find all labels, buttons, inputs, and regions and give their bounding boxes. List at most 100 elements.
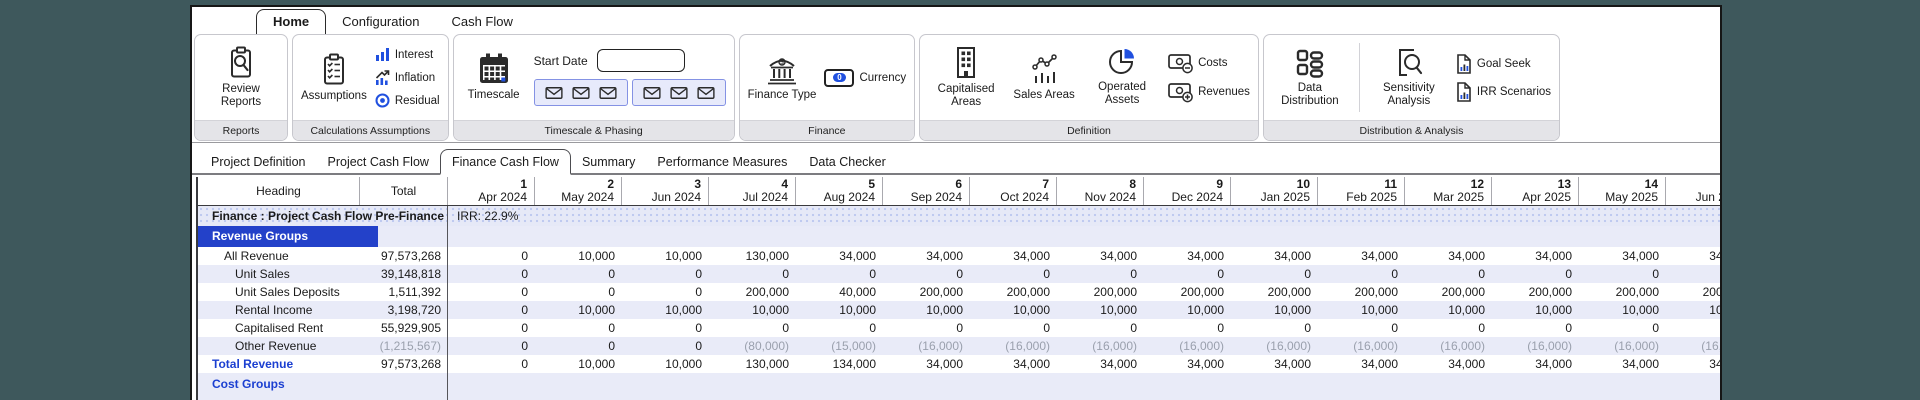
sheet-tab-project-cash-flow[interactable]: Project Cash Flow	[317, 150, 440, 173]
cell-apr-2025[interactable]: 200,000	[1492, 283, 1579, 301]
cell-feb-2025[interactable]: 34,000	[1318, 355, 1405, 373]
cell-jul-2024[interactable]: 130,000	[709, 247, 796, 265]
cell[interactable]	[1492, 226, 1579, 247]
cell-dec-2024[interactable]: 0	[1144, 265, 1231, 283]
timescale-button[interactable]: Timescale	[462, 53, 526, 102]
cell-jun-2025[interactable]: 34,000	[1666, 355, 1722, 373]
period-header-jun-2024[interactable]: 3Jun 2024	[622, 177, 709, 205]
cell-apr-2024[interactable]: 0	[448, 301, 535, 319]
operated-assets-button[interactable]: Operated Assets	[1084, 48, 1160, 107]
cell-mar-2025[interactable]: 10,000	[1405, 301, 1492, 319]
heading-column-header[interactable]: Heading	[198, 177, 360, 205]
assumptions-button[interactable]: Assumptions	[301, 53, 367, 103]
cell-oct-2024[interactable]: 200,000	[970, 283, 1057, 301]
period-header-may-2025[interactable]: 14May 2025	[1579, 177, 1666, 205]
cell[interactable]	[1666, 226, 1722, 247]
cell-sep-2024[interactable]: 34,000	[883, 355, 970, 373]
cell[interactable]	[535, 373, 622, 400]
period-header-dec-2024[interactable]: 9Dec 2024	[1144, 177, 1231, 205]
cell-oct-2024[interactable]: 0	[970, 265, 1057, 283]
period-header-apr-2025[interactable]: 13Apr 2025	[1492, 177, 1579, 205]
cell-may-2025[interactable]: 200,000	[1579, 283, 1666, 301]
cell-may-2024[interactable]: 0	[535, 319, 622, 337]
period-header-oct-2024[interactable]: 7Oct 2024	[970, 177, 1057, 205]
ribbon-tab-configuration[interactable]: Configuration	[326, 10, 435, 34]
inflation-button[interactable]: Inflation	[375, 70, 440, 85]
cell-jul-2024[interactable]: (80,000)	[709, 337, 796, 355]
cell-jun-2024[interactable]: 0	[622, 265, 709, 283]
sheet-tab-summary[interactable]: Summary	[571, 150, 646, 173]
cell-may-2025[interactable]: 0	[1579, 265, 1666, 283]
cell-jan-2025[interactable]: 34,000	[1231, 247, 1318, 265]
total-column-header[interactable]: Total	[360, 177, 448, 205]
irr-scenarios-button[interactable]: IRR Scenarios	[1455, 82, 1551, 102]
cell-apr-2025[interactable]: (16,000)	[1492, 337, 1579, 355]
cell-jan-2025[interactable]: 10,000	[1231, 301, 1318, 319]
cell-mar-2025[interactable]: 0	[1405, 265, 1492, 283]
cell-jun-2024[interactable]: 10,000	[622, 355, 709, 373]
cell-sep-2024[interactable]: 34,000	[883, 247, 970, 265]
period-header-jul-2024[interactable]: 4Jul 2024	[709, 177, 796, 205]
cell-jun-2025[interactable]: 200,000	[1666, 283, 1722, 301]
row-label[interactable]: Capitalised Rent	[198, 319, 360, 337]
cell[interactable]	[535, 226, 622, 247]
period-header-apr-2024[interactable]: 1Apr 2024	[448, 177, 535, 205]
cell-aug-2024[interactable]: 134,000	[796, 355, 883, 373]
cell[interactable]	[448, 226, 535, 247]
cell-apr-2025[interactable]: 10,000	[1492, 301, 1579, 319]
cell-jun-2025[interactable]: 0	[1666, 319, 1722, 337]
cell-dec-2024[interactable]: 34,000	[1144, 355, 1231, 373]
cell[interactable]	[1144, 226, 1231, 247]
cell[interactable]	[883, 226, 970, 247]
cell-feb-2025[interactable]: 0	[1318, 265, 1405, 283]
cell-jun-2024[interactable]: 0	[622, 319, 709, 337]
cell-sep-2024[interactable]: 10,000	[883, 301, 970, 319]
cell-dec-2024[interactable]: 0	[1144, 319, 1231, 337]
residual-button[interactable]: Residual	[375, 93, 440, 108]
cell[interactable]	[709, 226, 796, 247]
total-cell[interactable]: 97,573,268	[360, 247, 448, 265]
capitalised-areas-button[interactable]: Capitalised Areas	[928, 46, 1004, 109]
cell-jan-2025[interactable]: 200,000	[1231, 283, 1318, 301]
cell-apr-2024[interactable]: 0	[448, 283, 535, 301]
cell-feb-2025[interactable]: 10,000	[1318, 301, 1405, 319]
cell-jun-2025[interactable]: (16,000)	[1666, 337, 1722, 355]
cell-sep-2024[interactable]: 0	[883, 319, 970, 337]
cell[interactable]	[622, 226, 709, 247]
cell[interactable]	[883, 373, 970, 400]
phasing-envelope-box-2[interactable]	[632, 79, 726, 106]
cell-may-2025[interactable]: 34,000	[1579, 247, 1666, 265]
cell-may-2024[interactable]: 10,000	[535, 301, 622, 319]
cell[interactable]	[1579, 226, 1666, 247]
cell-jun-2024[interactable]: 10,000	[622, 301, 709, 319]
cell-jun-2024[interactable]: 0	[622, 337, 709, 355]
cell-nov-2024[interactable]: 0	[1057, 265, 1144, 283]
cell-may-2024[interactable]: 0	[535, 283, 622, 301]
cell-apr-2025[interactable]: 0	[1492, 265, 1579, 283]
start-date-input[interactable]	[597, 49, 685, 72]
sheet-tab-finance-cash-flow[interactable]: Finance Cash Flow	[440, 149, 571, 175]
cell[interactable]	[970, 226, 1057, 247]
cell-apr-2024[interactable]: 0	[448, 337, 535, 355]
period-header-feb-2025[interactable]: 11Feb 2025	[1318, 177, 1405, 205]
row-label[interactable]: Unit Sales Deposits	[198, 283, 360, 301]
cell-jun-2025[interactable]: 10,000	[1666, 301, 1722, 319]
cell-jan-2025[interactable]: 0	[1231, 319, 1318, 337]
sales-areas-button[interactable]: Sales Areas	[1012, 54, 1076, 102]
total-cell[interactable]: 1,511,392	[360, 283, 448, 301]
ribbon-tab-home[interactable]: Home	[256, 9, 326, 34]
total-cell[interactable]: 97,573,268	[360, 355, 448, 373]
cell-aug-2024[interactable]: (15,000)	[796, 337, 883, 355]
cell[interactable]	[970, 373, 1057, 400]
cell[interactable]	[1057, 226, 1144, 247]
cell-may-2024[interactable]: 0	[535, 265, 622, 283]
total-cell[interactable]: 55,929,905	[360, 319, 448, 337]
cell-jul-2024[interactable]: 0	[709, 319, 796, 337]
cell-feb-2025[interactable]: (16,000)	[1318, 337, 1405, 355]
group-header-cost-groups[interactable]: Cost Groups	[198, 373, 360, 400]
total-cell[interactable]: (1,215,567)	[360, 337, 448, 355]
cell-may-2024[interactable]: 10,000	[535, 247, 622, 265]
row-label[interactable]: Unit Sales	[198, 265, 360, 283]
statement-title[interactable]: Finance : Project Cash Flow Pre-Finance	[198, 206, 448, 226]
cell-sep-2024[interactable]: 0	[883, 265, 970, 283]
